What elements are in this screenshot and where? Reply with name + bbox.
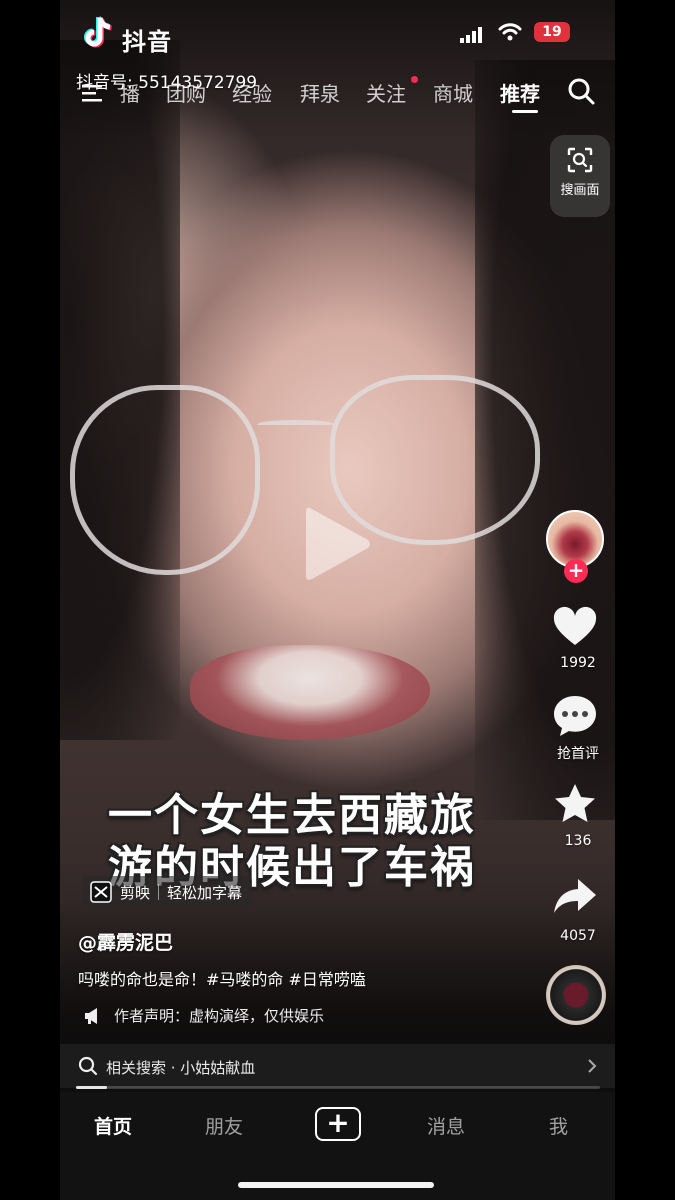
bottom-tab-bar: 首页 朋友 + 消息 我 [60, 1092, 615, 1200]
capcut-slogan: 轻松加字幕 [167, 883, 243, 902]
capcut-icon [90, 881, 112, 903]
following-new-dot [411, 76, 418, 83]
heart-icon[interactable] [552, 605, 598, 651]
signal-icon [460, 27, 482, 43]
video-frame-mouth [190, 645, 430, 740]
music-disc-icon[interactable] [546, 965, 606, 1025]
top-nav: 播 团购 经验 拜泉 关注 商城 推荐 [60, 72, 615, 113]
search-icon [78, 1056, 98, 1076]
right-action-rail: + 1992 抢首评 136 4057 [530, 505, 615, 1045]
author-name[interactable]: @霹雳泥巴 [78, 928, 173, 955]
wifi-icon [498, 23, 522, 41]
comment-icon[interactable] [552, 693, 598, 739]
video-screen[interactable]: 抖音 19 抖音号: 55143572799 播 团购 经验 拜泉 关注 商城 … [60, 0, 615, 1200]
app-name: 抖音 [122, 28, 172, 56]
video-caption[interactable]: 吗喽的命也是命！#马喽的命 #日常唠嗑 [78, 966, 366, 990]
tab-following[interactable]: 关注 [366, 78, 406, 107]
video-progress-fill [76, 1086, 108, 1089]
video-progress-bar[interactable] [76, 1086, 600, 1089]
author-disclaimer: 作者声明：虚构演绎，仅供娱乐 [84, 1005, 324, 1026]
tab-me[interactable]: 我 [549, 1112, 568, 1139]
megaphone-icon [85, 1007, 97, 1024]
home-indicator [238, 1182, 434, 1188]
chevron-right-icon [588, 1059, 597, 1073]
scan-search-icon [567, 147, 593, 173]
related-search-bar[interactable]: 相关搜索 · 小姑姑献血 [60, 1044, 615, 1088]
tab-live[interactable]: 播 [120, 78, 140, 107]
tab-home[interactable]: 首页 [94, 1112, 132, 1139]
battery-indicator: 19 [534, 22, 570, 42]
tiktok-logo-icon [84, 16, 112, 48]
tab-friends[interactable]: 朋友 [205, 1112, 243, 1139]
menu-icon[interactable] [82, 84, 102, 102]
share-count: 4057 [560, 928, 596, 944]
search-frame-label: 搜画面 [560, 183, 600, 198]
related-search-text: 相关搜索 · 小姑姑献血 [106, 1059, 256, 1077]
tab-baiquan[interactable]: 拜泉 [300, 78, 340, 107]
tab-group-buy[interactable]: 团购 [166, 78, 206, 107]
tab-experience[interactable]: 经验 [232, 78, 272, 107]
follow-button[interactable]: + [564, 559, 588, 583]
first-comment-label: 抢首评 [557, 746, 599, 762]
create-button[interactable]: + [315, 1107, 361, 1141]
badge-divider [158, 884, 160, 900]
search-frame-button[interactable]: 搜画面 [550, 135, 610, 217]
like-count: 1992 [560, 655, 596, 671]
subtitle-line-1: 一个女生去西藏旅 [108, 790, 476, 841]
search-icon[interactable] [566, 76, 596, 106]
video-frame-glasses-bridge [258, 420, 334, 428]
tab-messages[interactable]: 消息 [427, 1112, 465, 1139]
disclaimer-text: 作者声明：虚构演绎，仅供娱乐 [114, 1007, 325, 1025]
capcut-brand: 剪映 [120, 883, 151, 902]
status-bar: 抖音 19 [60, 0, 615, 62]
tab-mall[interactable]: 商城 [433, 78, 473, 107]
tab-recommend[interactable]: 推荐 [500, 78, 540, 107]
active-tab-indicator [512, 110, 538, 113]
capcut-badge[interactable]: 剪映 轻松加字幕 [82, 876, 253, 908]
play-icon[interactable] [302, 502, 374, 586]
video-frame-glasses-left [70, 385, 260, 575]
